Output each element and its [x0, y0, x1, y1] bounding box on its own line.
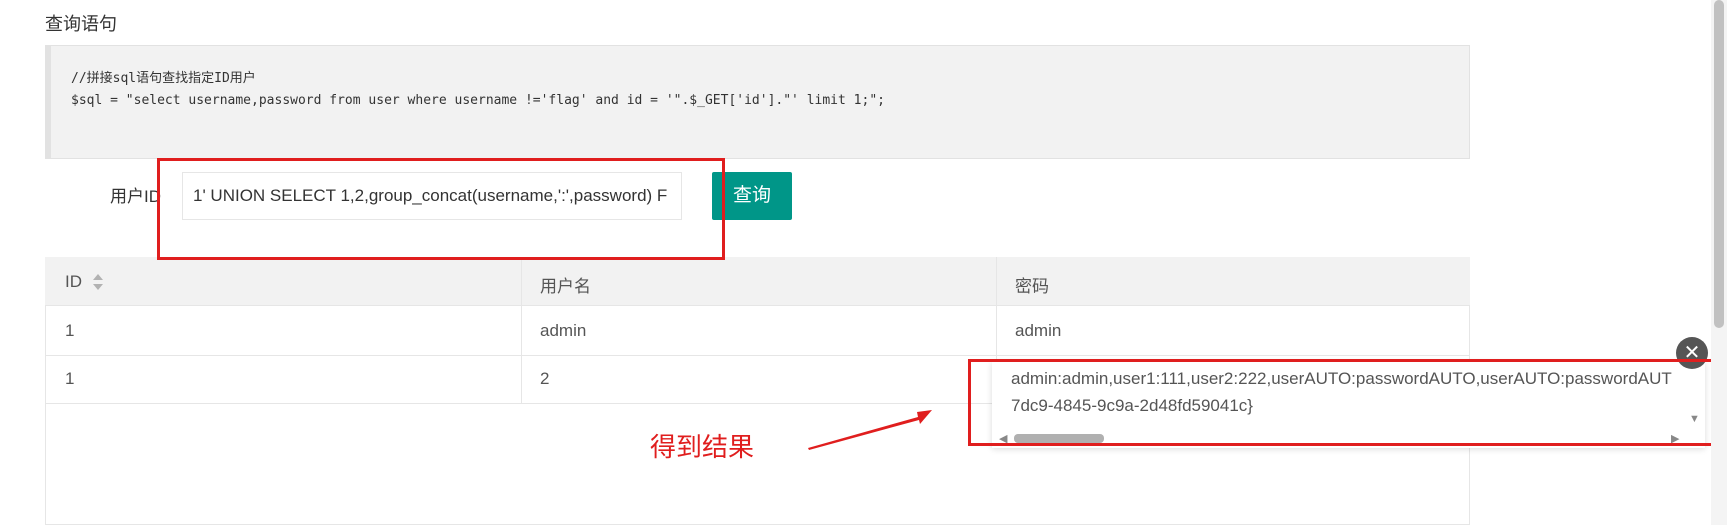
code-sql: $sql = "select username,password from us…	[71, 93, 885, 108]
page-scrollbar-thumb[interactable]	[1714, 0, 1724, 328]
highlight-box-result	[968, 359, 1720, 446]
user-id-label: 用户ID	[110, 187, 161, 206]
table-cell: admin	[540, 321, 587, 340]
table-cell: 1	[65, 321, 75, 340]
annotation-label: 得到结果	[650, 432, 755, 462]
table-cell: admin	[1015, 321, 1062, 340]
code-comment: //拼接sql语句查找指定ID用户	[71, 71, 256, 86]
table-header-row	[45, 257, 1470, 306]
table-cell: 2	[540, 369, 550, 388]
header-password: 密码	[1015, 277, 1049, 296]
table-cell: 1	[65, 369, 75, 388]
highlight-box-input	[157, 158, 725, 260]
row-divider	[45, 355, 1470, 356]
column-separator	[521, 257, 522, 404]
header-id[interactable]: ID	[65, 272, 82, 292]
header-username: 用户名	[540, 277, 591, 296]
section-title: 查询语句	[45, 14, 117, 34]
sort-icon[interactable]	[93, 273, 103, 291]
annotation-arrow	[808, 410, 932, 450]
